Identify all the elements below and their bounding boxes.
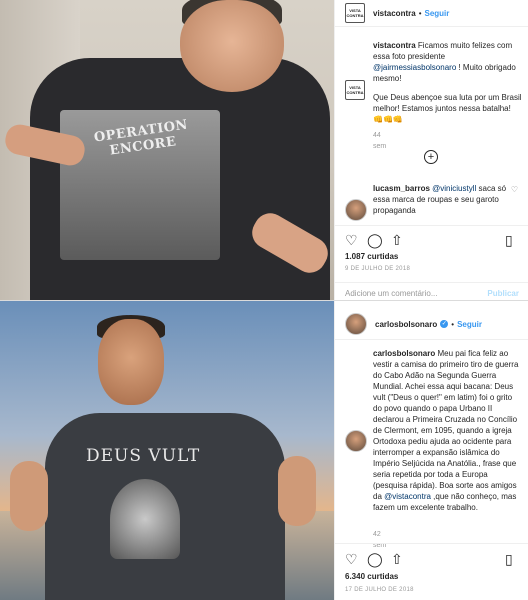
heart-icon[interactable]: ♡	[345, 231, 358, 249]
action-bar: ♡ ◯ ⇧ ▯	[345, 550, 521, 568]
post-1-sidebar: VISTA CONTRA vistacontra • Seguir VISTA …	[334, 0, 528, 300]
divider	[335, 543, 528, 544]
tshirt-graphic	[110, 479, 180, 559]
comment-avatar[interactable]	[345, 199, 367, 221]
follow-button[interactable]: Seguir	[425, 9, 450, 18]
face	[98, 319, 164, 405]
comment-mention[interactable]: @viniciustyll	[432, 184, 476, 193]
caption-mention[interactable]: @jairmessiasbolsonaro	[373, 63, 456, 72]
thumbs-up-right	[278, 456, 316, 526]
divider	[335, 26, 528, 27]
thumbs-up-left	[10, 461, 48, 531]
caption-username[interactable]: vistacontra	[373, 41, 416, 50]
post-2: DEUS VULT carlosbolsonaro ✓ • Seguir car…	[0, 300, 528, 600]
bookmark-icon[interactable]: ▯	[505, 231, 513, 249]
verified-badge-icon: ✓	[440, 320, 449, 328]
post-header: VISTA CONTRA vistacontra • Seguir	[335, 0, 528, 26]
add-comment-input[interactable]: Adicione um comentário...	[345, 289, 438, 298]
username-link[interactable]: vistacontra	[373, 9, 416, 18]
bookmark-icon[interactable]: ▯	[505, 550, 513, 568]
tshirt-print-text: DEUS VULT	[86, 446, 201, 466]
follow-button[interactable]: Seguir	[457, 320, 482, 329]
caption-mention[interactable]: @vistacontra	[384, 492, 431, 501]
post-1-photo[interactable]: OPERATION ENCORE	[0, 0, 334, 300]
caption-body-a: Meu pai fica feliz ao vestir a camisa do…	[373, 349, 519, 501]
face	[180, 0, 284, 92]
separator-dot: •	[418, 8, 422, 18]
comment-icon[interactable]: ◯	[367, 231, 383, 249]
post-date: 17 DE JULHO DE 2018	[345, 587, 414, 593]
action-bar: ♡ ◯ ⇧ ▯	[345, 231, 521, 249]
post-1: OPERATION ENCORE VISTA CONTRA vistacontr…	[0, 0, 528, 300]
caption-username[interactable]: carlosbolsonaro	[373, 349, 435, 358]
divider	[335, 225, 528, 226]
caption-time: 44 sem	[373, 132, 387, 150]
caption-text: carlosbolsonaro Meu pai fica feliz ao ve…	[373, 348, 523, 513]
divider	[335, 339, 528, 340]
comment-text: lucasm_barros @viniciustyll saca só essa…	[373, 183, 523, 216]
likes-count[interactable]: 6.340 curtidas	[345, 572, 398, 581]
caption-time: 42 sem	[373, 531, 387, 549]
caption-body-c: Que Deus abençoe sua luta por um Brasil …	[373, 93, 522, 124]
caption-avatar[interactable]	[345, 430, 367, 452]
separator-dot: •	[451, 319, 455, 329]
avatar[interactable]: VISTA CONTRA	[345, 3, 365, 23]
avatar[interactable]	[345, 313, 367, 335]
caption-avatar[interactable]: VISTA CONTRA	[345, 80, 365, 100]
share-icon[interactable]: ⇧	[391, 550, 403, 568]
comment-username[interactable]: lucasm_barros	[373, 184, 430, 193]
publish-button[interactable]: Publicar	[487, 289, 519, 298]
heart-icon[interactable]: ♡	[345, 550, 358, 568]
post-2-photo[interactable]: DEUS VULT	[0, 301, 334, 600]
share-icon[interactable]: ⇧	[391, 231, 403, 249]
likes-count[interactable]: 1.087 curtidas	[345, 252, 398, 261]
post-date: 9 DE JULHO DE 2018	[345, 266, 411, 272]
caption-text: vistacontra Ficamos muito felizes com es…	[373, 40, 523, 125]
post-header: carlosbolsonaro ✓ • Seguir	[335, 311, 528, 337]
comment-icon[interactable]: ◯	[367, 550, 383, 568]
load-more-comments-icon[interactable]: +	[424, 150, 438, 164]
comment-like-icon[interactable]: ♡	[511, 185, 518, 194]
username-link[interactable]: carlosbolsonaro	[375, 320, 437, 329]
post-2-sidebar: carlosbolsonaro ✓ • Seguir carlosbolsona…	[334, 301, 528, 600]
